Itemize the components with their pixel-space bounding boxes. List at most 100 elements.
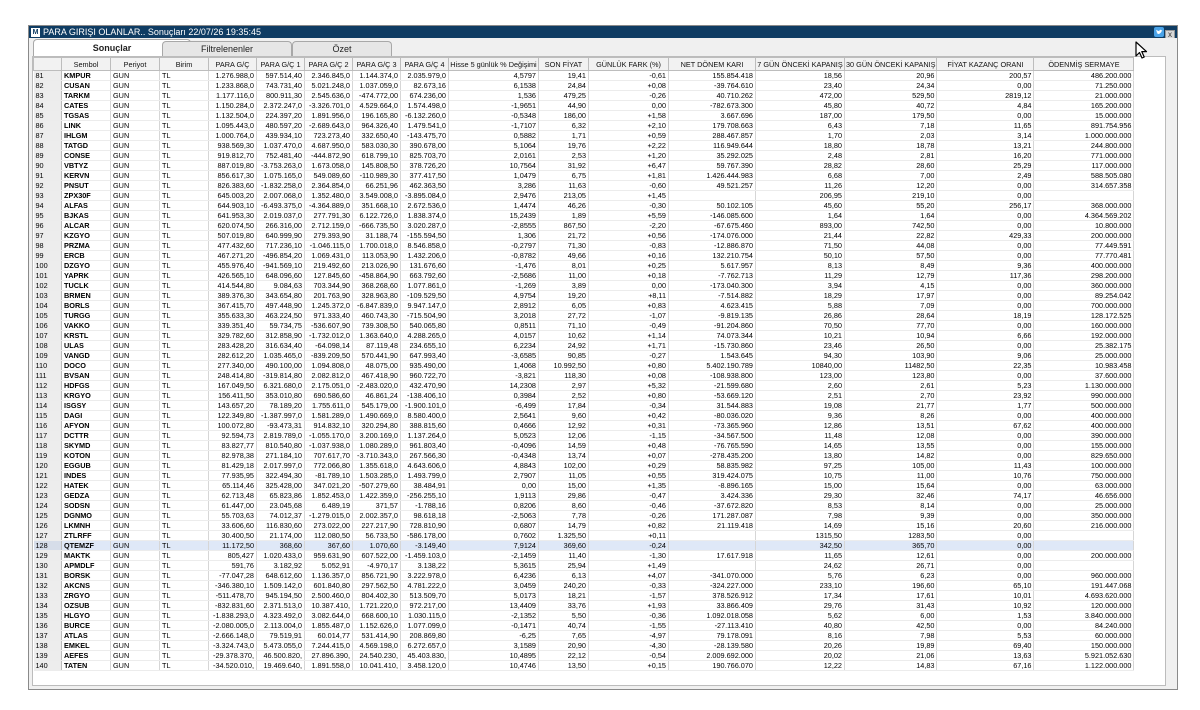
period-cell: GUN: [110, 350, 160, 361]
table-row[interactable]: 85 TGSAS GUN TL 1.132.504,0 224.397,20 1.891.9…: [33, 110, 1135, 121]
table-row[interactable]: 129 MAKTK GUN TL 805,427 1.020.433,0 959.631,9…: [33, 550, 1135, 561]
results-grid[interactable]: Sembol Periyot Birim PARA G/Ç PARA G/Ç 1…: [32, 56, 1166, 686]
table-row[interactable]: 128 QTEMZF GUN TL 11.172,50 368,60 367,60 1.070…: [33, 540, 1135, 551]
column-header-odenmis-sermaye[interactable]: ÖDENMİŞ SERMAYE: [1033, 57, 1135, 71]
table-row[interactable]: 103 BRMEN GUN TL 389.376,30 343.654,80 201.763…: [33, 290, 1135, 301]
table-row[interactable]: 126 LKMNH GUN TL 33.606,60 116.830,60 273.022,…: [33, 520, 1135, 531]
last-price-cell: 1,89: [538, 210, 589, 221]
table-row[interactable]: 140 TATEN GUN TL -34.520.010, 19.469.640, 1.89…: [33, 660, 1135, 671]
table-row[interactable]: 98 PRZMA GUN TL 477.432,60 717.236,10 -1.046.1…: [33, 240, 1135, 251]
table-row[interactable]: 107 KRSTL GUN TL 329.782,60 312.858,90 -1.732.…: [33, 330, 1135, 341]
table-row[interactable]: 116 AFYON GUN TL 100.072,80 -93.473,31 914.832…: [33, 420, 1135, 431]
table-row[interactable]: 82 CUSAN GUN TL 1.233.868,0 743.731,40 5.021.2…: [33, 80, 1135, 91]
close-button[interactable]: x: [1165, 30, 1175, 38]
table-row[interactable]: 104 BORLS GUN TL 367.415,70 497.448,90 1.245.3…: [33, 300, 1135, 311]
table-row[interactable]: 115 DAGI GUN TL 122.349,80 -1.387.997,0 1.581.…: [33, 410, 1135, 421]
column-header-birim[interactable]: Birim: [159, 57, 209, 71]
close-30day-cell: 14,82: [844, 450, 938, 461]
column-header-gunluk-fark[interactable]: GÜNLÜK FARK (%): [588, 57, 669, 71]
table-row[interactable]: 93 ZPX30F GUN TL 645.003,20 2.007.068,0 1.352.…: [33, 190, 1135, 201]
table-row[interactable]: 106 VAKKO GUN TL 339.351,40 59.734,75 -536.607…: [33, 320, 1135, 331]
para-gc-3-cell: 3.200.169,0: [352, 430, 401, 441]
net-profit-cell: -91.204.860: [668, 320, 756, 331]
para-gc-cell: 82.978,38: [208, 450, 257, 461]
table-row[interactable]: 94 ALFAS GUN TL 644.903,10 -6.493.375,0 -4.364…: [33, 200, 1135, 211]
table-row[interactable]: 86 LINK GUN TL 1.095.443,0 480.597,20 -2.689.6…: [33, 120, 1135, 131]
table-row[interactable]: 122 HATEK GUN TL 65.114,46 325.428,00 347.021,…: [33, 480, 1135, 491]
tab-filtrelenenler[interactable]: Filtrelenenler: [162, 41, 292, 56]
table-row[interactable]: 105 TURGG GUN TL 355.633,30 463.224,50 971.333…: [33, 310, 1135, 321]
table-row[interactable]: 131 BORSK GUN TL -77.047,28 648.612,60 1.136.3…: [33, 570, 1135, 581]
table-row[interactable]: 136 BURCE GUN TL -2.080.005,0 2.113.004,0 1.85…: [33, 620, 1135, 631]
unit-cell: TL: [159, 660, 209, 671]
close-30day-cell: 8,14: [844, 500, 938, 511]
table-row[interactable]: 120 EGGUB GUN TL 81.429,18 2.017.997,0 772.066…: [33, 460, 1135, 471]
table-row[interactable]: 90 VBTYZ GUN TL 887.019,80 -3.753.263,0 1.673.…: [33, 160, 1135, 171]
para-gc-2-cell: 2.500.460,0: [304, 590, 353, 601]
column-header-30-gun-onceki[interactable]: 30 GÜN ÖNCEKİ KAPANIŞ: [843, 57, 938, 71]
twitter-icon[interactable]: [1154, 27, 1164, 37]
close-30day-cell: 365,70: [844, 540, 938, 551]
period-cell: GUN: [110, 220, 160, 231]
table-row[interactable]: 96 ALCAR GUN TL 620.074,50 266.316,00 2.712.15…: [33, 220, 1135, 231]
table-row[interactable]: 130 APMDLF GUN TL 591,76 3.182,92 5.052,91 -4.9…: [33, 560, 1135, 571]
table-row[interactable]: 87 IHLGM GUN TL 1.000.764,0 439.934,10 723.273…: [33, 130, 1135, 141]
column-header-para-gc-2[interactable]: PARA G/Ç 2: [304, 57, 353, 71]
table-row[interactable]: 102 TUCLK GUN TL 414.544,80 9.084,63 703.344,9…: [33, 280, 1135, 291]
table-row[interactable]: 133 ZRGYO GUN TL -511.478,70 945.194,50 2.500.…: [33, 590, 1135, 601]
table-row[interactable]: 119 KOTON GUN TL 82.978,38 271.184,10 707.617,…: [33, 450, 1135, 461]
column-header-hisse-5-gunluk[interactable]: Hisse 5 günlük % Değişimi: [448, 57, 539, 71]
table-row[interactable]: 118 SKYMD GUN TL 83.827,77 810.540,80 -1.037.9…: [33, 440, 1135, 451]
table-row[interactable]: 83 TARKM GUN TL 1.177.116,0 800.911,30 2.545.6…: [33, 90, 1135, 101]
para-gc-2-cell: 1.755.611,0: [304, 400, 353, 411]
table-row[interactable]: 109 VANGD GUN TL 282.612,20 1.035.465,0 -839.2…: [33, 350, 1135, 361]
table-row[interactable]: 132 AKCNS GUN TL -346.380,10 1.509.142,0 601.8…: [33, 580, 1135, 591]
table-row[interactable]: 84 CATES GUN TL 1.150.284,0 2.372.247,0 -3.326…: [33, 100, 1135, 111]
column-header-para-gc-3[interactable]: PARA G/Ç 3: [352, 57, 401, 71]
table-row[interactable]: 97 KZGYO GUN TL 507.019,80 640.999,90 279.393,…: [33, 230, 1135, 241]
column-header-para-gc[interactable]: PARA G/Ç: [208, 57, 257, 71]
table-row[interactable]: 113 KRGYO GUN TL 156.411,50 353.010,80 690.586…: [33, 390, 1135, 401]
table-row[interactable]: 100 DZGYO GUN TL 455.976,40 -941.569,10 219.49…: [33, 260, 1135, 271]
table-row[interactable]: 92 PNSUT GUN TL 826.383,60 -1.832.258,0 2.364.…: [33, 180, 1135, 191]
results-window: M PARA GIRIŞI OLANLAR.. Sonuçları 22/07/2…: [28, 25, 1178, 690]
column-header-para-gc-1[interactable]: PARA G/Ç 1: [256, 57, 305, 71]
table-row[interactable]: 124 SODSN GUN TL 61.447,00 23.045,68 6.489,19 3…: [33, 500, 1135, 511]
table-row[interactable]: 134 OZSUB GUN TL -832.831,60 2.371.513,0 10.38…: [33, 600, 1135, 611]
net-profit-cell: 33.866.409: [668, 600, 756, 611]
table-row[interactable]: 123 GEDZA GUN TL 62.713,48 65.823,86 1.852.453…: [33, 490, 1135, 501]
table-row[interactable]: 117 DCTTR GUN TL 92.594,73 2.819.789,0 -1.055.…: [33, 430, 1135, 441]
table-row[interactable]: 89 CONSE GUN TL 919.812,70 752.481,40 -444.872…: [33, 150, 1135, 161]
window-title: PARA GIRIŞI OLANLAR.. Sonuçları 22/07/26…: [43, 27, 261, 37]
table-row[interactable]: 111 BVSAN GUN TL 248.414,80 -319.814,80 2.082.…: [33, 370, 1135, 381]
table-row[interactable]: 99 ERCB GUN TL 467.271,20 -496.854,20 1.069.43…: [33, 250, 1135, 261]
table-row[interactable]: 110 DOCO GUN TL 277.340,00 490.100,00 1.094.80…: [33, 360, 1135, 371]
table-row[interactable]: 121 INDES GUN TL 77.935,95 322.494,30 -81.789,…: [33, 470, 1135, 481]
tab-ozet[interactable]: Özet: [292, 41, 392, 56]
table-row[interactable]: 139 AEFES GUN TL -29.378.370, 46.500.820, 27.8…: [33, 650, 1135, 661]
column-header-net-donem-kari[interactable]: NET DÖNEM KARI: [668, 57, 756, 71]
table-row[interactable]: 101 YAPRK GUN TL 426.565,10 648.096,60 127.845…: [33, 270, 1135, 281]
table-row[interactable]: 138 EMKEL GUN TL -3.324.743,0 5.473.055,0 7.24…: [33, 640, 1135, 651]
table-row[interactable]: 81 KMPUR GUN TL 1.276.988,0 597.514,40 2.346.8…: [33, 70, 1135, 81]
net-profit-cell: 319.424.075: [668, 470, 756, 481]
title-bar[interactable]: M PARA GIRIŞI OLANLAR.. Sonuçları 22/07/2…: [29, 26, 1177, 38]
column-header-son-fiyat[interactable]: SON FİYAT: [538, 57, 589, 71]
table-row[interactable]: 114 ISGSY GUN TL 143.657,20 78.189,20 1.755.61…: [33, 400, 1135, 411]
table-row[interactable]: 137 ATLAS GUN TL -2.666.148,0 79.519,91 60.014…: [33, 630, 1135, 641]
table-row[interactable]: 135 HLGYO GUN TL -1.838.293,0 4.323.492,0 3.08…: [33, 610, 1135, 621]
column-header-para-gc-4[interactable]: PARA G/Ç 4: [400, 57, 449, 71]
table-row[interactable]: 108 ULAS GUN TL 283.428,20 316.634,40 -64.098,…: [33, 340, 1135, 351]
column-header-fiyat-kazanc[interactable]: FİYAT KAZANÇ ORANI: [936, 57, 1035, 71]
column-header-index[interactable]: [33, 57, 62, 71]
table-row[interactable]: 88 TATGD GUN TL 938.569,30 1.037.470,0 4.687.9…: [33, 140, 1135, 151]
column-header-periyot[interactable]: Periyot: [110, 57, 160, 71]
para-gc-4-cell: 3.458.120,0: [400, 660, 449, 671]
table-row[interactable]: 112 HDFGS GUN TL 167.049,50 6.321.680,0 2.175.…: [33, 380, 1135, 391]
column-header-7-gun-onceki[interactable]: 7 GÜN ÖNCEKİ KAPANIŞ: [755, 57, 845, 71]
column-header-sembol[interactable]: Sembol: [61, 57, 111, 71]
table-row[interactable]: 95 BJKAS GUN TL 641.953,30 2.019.037,0 277.791…: [33, 210, 1135, 221]
table-row[interactable]: 125 DGNMO GUN TL 55.703,63 74.012,37 -1.279.01…: [33, 510, 1135, 521]
table-row[interactable]: 91 KERVN GUN TL 856.617,30 1.075.165,0 549.089…: [33, 170, 1135, 181]
table-row[interactable]: 127 ZTLRFF GUN TL 30.400,50 21.174,00 112.080,…: [33, 530, 1135, 541]
